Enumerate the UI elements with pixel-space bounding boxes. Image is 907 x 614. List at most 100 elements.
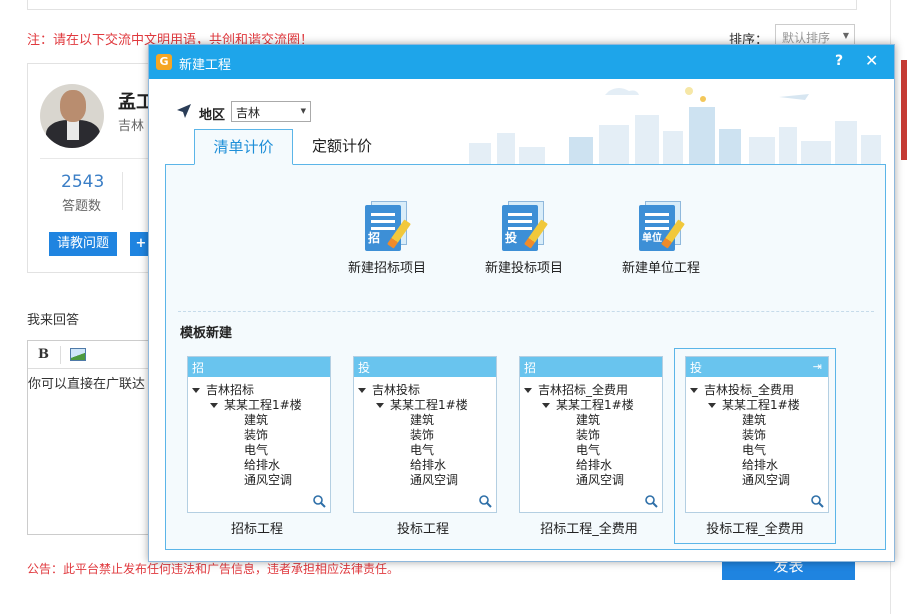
template-tree: 吉林招标_全费用 某某工程1#楼 建筑 装饰 电气 给排水 通风空调 <box>520 377 662 488</box>
tree-project: 某某工程1#楼 <box>390 398 468 412</box>
help-button[interactable]: ? <box>835 53 843 69</box>
dialog-titlebar[interactable]: G 新建工程 ? ✕ <box>149 45 894 79</box>
tree-item: 通风空调 <box>576 473 625 487</box>
action-label: 新建投标项目 <box>484 261 563 276</box>
tree-item: 给排水 <box>576 458 613 472</box>
template-preview: 投 吉林投标 某某工程1#楼 建筑 装饰 电气 给排水 通风空调 <box>353 356 497 513</box>
profile-location: 吉林 <box>118 119 145 134</box>
action-label: 新建招标项目 <box>347 261 426 276</box>
template-tree: 吉林投标_全费用 某某工程1#楼 建筑 装饰 电气 给排水 通风空调 <box>686 377 828 488</box>
tree-project: 某某工程1#楼 <box>556 398 634 412</box>
tree-item: 建筑 <box>410 413 435 427</box>
caret-down-icon <box>358 388 366 393</box>
magnifier-icon[interactable] <box>810 494 824 508</box>
editor-text[interactable]: 你可以直接在广联达 <box>28 373 153 392</box>
caret-down-icon <box>690 388 698 393</box>
template-card-tender-full-cost[interactable]: 招 吉林招标_全费用 某某工程1#楼 建筑 装饰 电气 给排水 通风空调 招标工… <box>508 348 670 544</box>
page: 注：请在以下交流中文明用语，共创和谐交流圈！ 排序： 默认排序 ▼ 孟工 吉林 … <box>0 0 907 614</box>
region-select[interactable]: 吉林 ▼ <box>231 101 311 122</box>
tree-item: 给排水 <box>742 458 779 472</box>
chevron-down-icon: ▼ <box>842 31 849 40</box>
tree-item: 装饰 <box>576 428 601 442</box>
caret-down-icon <box>524 388 532 393</box>
new-unit-project-button[interactable]: 单位 新建单位工程 <box>606 201 716 276</box>
tree-item: 装饰 <box>410 428 435 442</box>
magnifier-icon[interactable] <box>478 494 492 508</box>
chevron-down-icon: ▼ <box>300 107 306 115</box>
tender-document-icon: 招 <box>365 201 411 251</box>
magnifier-icon[interactable] <box>644 494 658 508</box>
tab-quota-pricing[interactable]: 定额计价 <box>294 129 390 165</box>
template-card-tender[interactable]: 招 吉林招标 某某工程1#楼 建筑 装饰 电气 给排水 通风空调 招标工程 <box>176 348 338 544</box>
template-preview: 投 ⇥ 吉林投标_全费用 某某工程1#楼 建筑 装饰 电气 给排水 通风空调 <box>685 356 829 513</box>
caret-down-icon <box>542 403 550 408</box>
app-logo-icon: G <box>156 54 172 70</box>
tree-item: 建筑 <box>742 413 767 427</box>
dialog-title: 新建工程 <box>179 58 232 73</box>
platform-notice: 公告：此平台禁止发布任何违法和广告信息，违者承担相应法律责任。 <box>27 562 400 576</box>
unit-project-document-icon: 单位 <box>639 201 685 251</box>
tree-item: 电气 <box>576 443 601 457</box>
ask-question-button[interactable]: 请教问题 <box>49 232 117 256</box>
tree-project: 某某工程1#楼 <box>722 398 800 412</box>
new-bid-project-button[interactable]: 投 新建投标项目 <box>469 201 579 276</box>
divider <box>60 346 61 364</box>
tree-item: 电气 <box>410 443 435 457</box>
magnifier-icon[interactable] <box>312 494 326 508</box>
top-content-box <box>27 0 857 10</box>
tree-item: 建筑 <box>244 413 269 427</box>
pin-icon[interactable]: ⇥ <box>813 360 822 373</box>
template-tag: 招 <box>188 357 330 377</box>
side-banner[interactable] <box>901 60 907 160</box>
avatar[interactable] <box>40 84 104 148</box>
insert-image-icon[interactable] <box>70 348 86 361</box>
tree-item: 装饰 <box>742 428 767 442</box>
caret-down-icon <box>708 403 716 408</box>
tree-item: 电气 <box>742 443 767 457</box>
answer-section-label: 我来回答 <box>27 313 80 328</box>
template-card-bid[interactable]: 投 吉林投标 某某工程1#楼 建筑 装饰 电气 给排水 通风空调 投标工程 <box>342 348 504 544</box>
tab-bill-of-quantities[interactable]: 清单计价 <box>194 129 293 165</box>
caret-down-icon <box>192 388 200 393</box>
template-tag: 投 <box>690 361 703 375</box>
tab-content-panel: 招 新建招标项目 投 新建投标项目 单位 新建单位工程 模板新建 招 吉林招标 … <box>165 164 886 550</box>
tree-item: 给排水 <box>244 458 281 472</box>
template-name: 招标工程 <box>230 522 283 537</box>
action-badge: 单位 <box>642 233 662 244</box>
template-preview: 招 吉林招标_全费用 某某工程1#楼 建筑 装饰 电气 给排水 通风空调 <box>519 356 663 513</box>
caret-down-icon <box>376 403 384 408</box>
tree-item: 通风空调 <box>410 473 459 487</box>
bid-document-icon: 投 <box>502 201 548 251</box>
new-tender-project-button[interactable]: 招 新建招标项目 <box>332 201 442 276</box>
template-preview: 招 吉林招标 某某工程1#楼 建筑 装饰 电气 给排水 通风空调 <box>187 356 331 513</box>
tree-item: 通风空调 <box>244 473 293 487</box>
divider <box>40 158 150 159</box>
template-name: 投标工程_全费用 <box>706 522 804 537</box>
location-arrow-icon <box>177 104 191 118</box>
template-header: 投 ⇥ <box>686 357 828 377</box>
divider <box>178 311 874 312</box>
tree-item: 建筑 <box>576 413 601 427</box>
close-button[interactable]: ✕ <box>865 51 878 70</box>
tree-item: 给排水 <box>410 458 447 472</box>
template-section-heading: 模板新建 <box>180 326 233 341</box>
template-name: 招标工程_全费用 <box>540 522 638 537</box>
new-project-dialog: G 新建工程 ? ✕ 地区 吉林 ▼ 清单计价 定额计价 招 新建招标项目 投 … <box>148 44 895 562</box>
action-badge: 投 <box>505 231 518 245</box>
tree-item: 通风空调 <box>742 473 791 487</box>
tree-root: 吉林投标 <box>372 383 421 397</box>
caret-down-icon <box>210 403 218 408</box>
tree-root: 吉林招标_全费用 <box>538 383 629 397</box>
template-card-bid-full-cost[interactable]: 投 ⇥ 吉林投标_全费用 某某工程1#楼 建筑 装饰 电气 给排水 通风空调 投… <box>674 348 836 544</box>
region-select-value: 吉林 <box>236 106 261 120</box>
action-badge: 招 <box>368 231 381 245</box>
divider <box>122 172 123 210</box>
bold-icon[interactable]: B <box>38 347 49 362</box>
tree-root: 吉林投标_全费用 <box>704 383 795 397</box>
answer-count-label: 答题数 <box>62 199 102 214</box>
action-label: 新建单位工程 <box>621 261 700 276</box>
profile-name[interactable]: 孟工 <box>118 88 148 114</box>
template-tag: 招 <box>520 357 662 377</box>
answer-count: 2543 <box>61 172 105 192</box>
tree-item: 装饰 <box>244 428 269 442</box>
